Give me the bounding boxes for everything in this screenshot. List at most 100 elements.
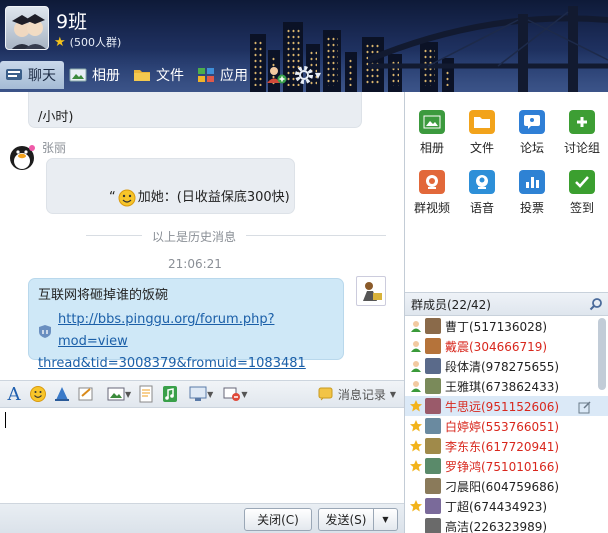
tab-album[interactable]: 相册 xyxy=(64,61,128,89)
emoji-icon[interactable] xyxy=(27,383,49,405)
member-name: 牛思远(951152606) xyxy=(445,399,560,414)
app-group-video[interactable]: 群视频 xyxy=(407,160,457,216)
chat-icon xyxy=(4,66,24,84)
member-list[interactable]: 曹丁(517136028) 戴震(304666719) 段体清(978275655)… xyxy=(405,316,608,533)
history-divider-label: 以上是历史消息 xyxy=(142,228,247,245)
member-avatar xyxy=(425,438,441,454)
member-list-scrollbar[interactable] xyxy=(598,318,606,390)
app-group-video-label: 群视频 xyxy=(413,201,450,215)
person-icon xyxy=(409,319,423,333)
quote-mark: “ xyxy=(109,190,116,205)
add-member-icon[interactable] xyxy=(262,61,290,89)
send-options-button[interactable]: ▼ xyxy=(374,508,398,531)
remote-assist-icon[interactable] xyxy=(187,383,209,405)
app-files-label: 文件 xyxy=(469,141,494,155)
block-icon[interactable] xyxy=(221,383,243,405)
chevron-down-icon[interactable]: ▼ xyxy=(207,390,213,399)
gear-icon[interactable]: ▼ xyxy=(290,61,324,89)
member-name: 罗铮鸿(751010166) xyxy=(445,459,560,474)
member-row[interactable]: 王雅琪(673862433) xyxy=(405,376,608,396)
tab-apps[interactable]: 应用 xyxy=(192,61,256,89)
emoji-icon xyxy=(118,189,136,207)
text-doc-icon[interactable] xyxy=(135,383,157,405)
member-row[interactable]: 丁超(674434923) xyxy=(405,496,608,516)
close-button[interactable]: 关闭(C) xyxy=(244,508,312,531)
message-history-button[interactable]: 消息记录 ▼ xyxy=(318,386,404,403)
member-avatar xyxy=(425,338,441,354)
star-icon xyxy=(409,439,423,453)
member-row[interactable]: 白婷婷(553766051) xyxy=(405,416,608,436)
picture-icon xyxy=(419,110,445,134)
app-discussion[interactable]: 讨论组 xyxy=(557,100,607,156)
member-name: 王雅琪(673862433) xyxy=(445,379,560,394)
message-text: 加她：(日收益保底300快) xyxy=(137,190,290,205)
app-vote[interactable]: 投票 xyxy=(507,160,557,216)
chevron-down-icon[interactable]: ▼ xyxy=(241,390,247,399)
album-icon xyxy=(68,66,88,84)
member-row[interactable]: 曹丁(517136028) xyxy=(405,316,608,336)
app-vote-label: 投票 xyxy=(519,201,544,215)
app-forum-label: 论坛 xyxy=(519,141,544,155)
app-forum[interactable]: 论坛 xyxy=(507,100,557,156)
sender-avatar[interactable] xyxy=(6,140,38,172)
chevron-down-icon[interactable]: ▼ xyxy=(125,390,131,399)
blank-role-icon xyxy=(409,519,423,533)
member-name: 刁晨阳(604759686) xyxy=(445,479,560,494)
app-checkin[interactable]: 签到 xyxy=(557,160,607,216)
member-name: 丁超(674434923) xyxy=(445,499,548,514)
app-discussion-label: 讨论组 xyxy=(563,141,600,155)
tab-files-label: 文件 xyxy=(156,68,184,84)
group-header: 9班 ★ (500人群) 聊天 相册 文件 应用 ▼ xyxy=(0,0,608,92)
font-icon[interactable]: A xyxy=(3,383,25,405)
tab-chat-label: 聊天 xyxy=(28,68,56,84)
message-text: /小时) xyxy=(38,110,74,125)
member-row[interactable]: 高洁(226323989) xyxy=(405,516,608,533)
member-name: 高洁(226323989) xyxy=(445,519,548,533)
group-avatar[interactable] xyxy=(5,6,49,50)
app-files[interactable]: 文件 xyxy=(457,100,507,156)
scribble-icon[interactable] xyxy=(75,383,97,405)
shake-icon[interactable] xyxy=(51,383,73,405)
my-avatar[interactable] xyxy=(356,276,386,306)
chat-history[interactable]: /小时) 张丽 “ 加她：(日收益保底300快) 以上是历史消息 21:06:2… xyxy=(0,92,404,380)
send-button[interactable]: 发送(S) xyxy=(318,508,374,531)
member-row[interactable]: 戴震(304666719) xyxy=(405,336,608,356)
app-voice[interactable]: 语音 xyxy=(457,160,507,216)
text-caret xyxy=(5,412,6,428)
member-name: 李东东(617720941) xyxy=(445,439,560,454)
app-grid: 相册 文件 论坛 讨论组 群视频 语音 投票 签到 xyxy=(405,92,608,292)
screenshot-icon[interactable] xyxy=(105,383,127,405)
message-input[interactable] xyxy=(0,408,404,503)
members-header: 群成员(22/42) xyxy=(405,292,608,316)
member-row[interactable]: 李东东(617720941) xyxy=(405,436,608,456)
search-icon[interactable] xyxy=(589,297,603,314)
main-toolbar: 聊天 相册 文件 应用 ▼ xyxy=(0,60,324,90)
tab-chat[interactable]: 聊天 xyxy=(0,61,64,89)
edit-icon[interactable] xyxy=(578,400,592,417)
shield-icon xyxy=(38,324,52,339)
member-avatar xyxy=(425,518,441,533)
music-icon[interactable] xyxy=(159,383,181,405)
message-cropped-line xyxy=(38,92,352,107)
message-link[interactable]: http://bbs.pinggu.org/forum.php?mod=view xyxy=(58,309,334,353)
message-bubble: “ 加她：(日收益保底300快) xyxy=(46,158,295,214)
skyline-building xyxy=(323,30,341,92)
folder-icon xyxy=(132,66,152,84)
member-row[interactable]: 刁晨阳(604759686) xyxy=(405,476,608,496)
chevron-down-icon: ▼ xyxy=(389,389,396,399)
message-link-continued[interactable]: thread&tid=3008379&fromuid=1083481 xyxy=(38,353,334,375)
message-timestamp: 21:06:21 xyxy=(168,257,222,271)
star-icon xyxy=(409,459,423,473)
bridge-graphic xyxy=(368,6,608,92)
member-row[interactable]: 段体清(978275655) xyxy=(405,356,608,376)
bottom-bar: 关闭(C) 发送(S) ▼ xyxy=(0,503,404,533)
member-avatar xyxy=(425,378,441,394)
group-size: (500人群) xyxy=(69,36,122,49)
right-panel: 相册 文件 论坛 讨论组 群视频 语音 投票 签到 群成员(22/42) 曹丁(… xyxy=(404,92,608,533)
voice-icon xyxy=(469,170,495,194)
star-icon: ★ xyxy=(54,34,66,50)
folder-icon xyxy=(469,110,495,134)
member-row[interactable]: 罗铮鸿(751010166) xyxy=(405,456,608,476)
tab-files[interactable]: 文件 xyxy=(128,61,192,89)
app-album[interactable]: 相册 xyxy=(407,100,457,156)
